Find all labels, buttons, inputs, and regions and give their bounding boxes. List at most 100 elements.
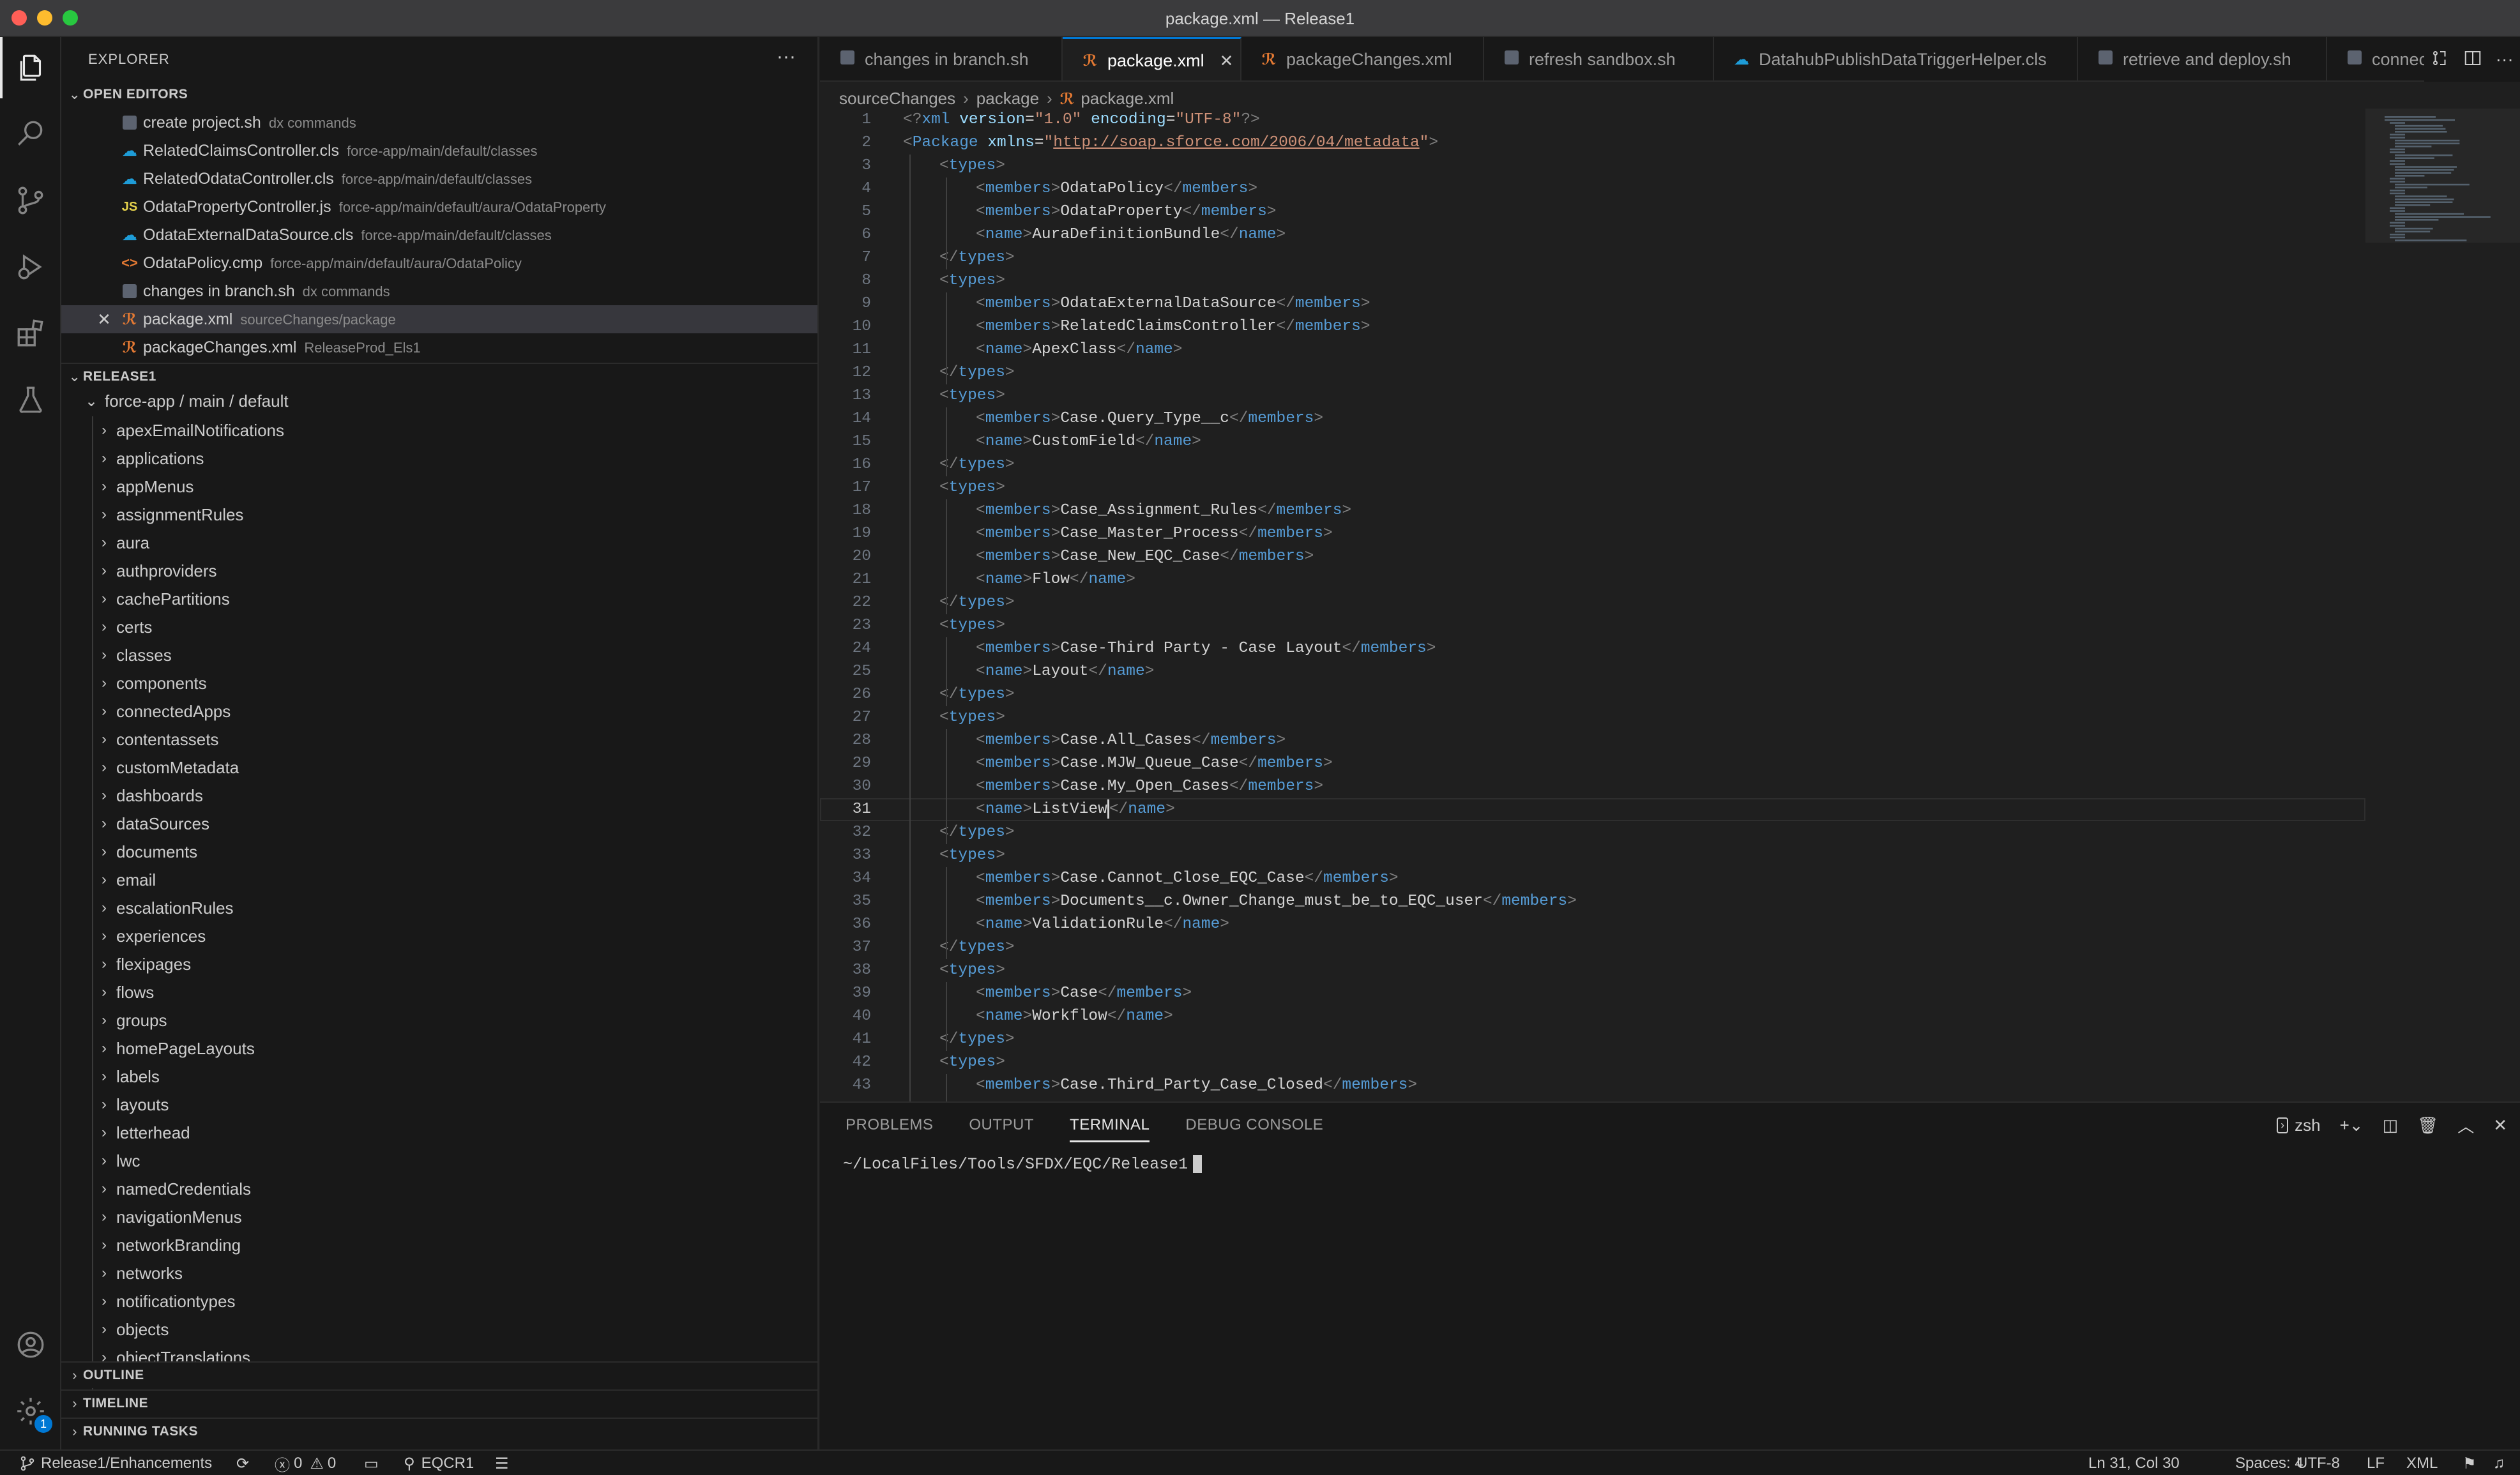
code-line[interactable]: 1 <?xml version="1.0" encoding="UTF-8"?>: [820, 109, 2365, 132]
tree-folder-groups[interactable]: › groups: [61, 1006, 817, 1034]
tree-folder-namedCredentials[interactable]: › namedCredentials: [61, 1175, 817, 1203]
tree-folder-components[interactable]: › components: [61, 669, 817, 697]
kill-terminal-trash-icon[interactable]: 🗑: [2417, 1116, 2438, 1135]
code-line[interactable]: 12 </types>: [820, 361, 2365, 384]
code-line[interactable]: 31 <name>ListView </name>: [820, 798, 2365, 821]
eol-status[interactable]: LF: [2367, 1451, 2385, 1475]
close-tab-icon[interactable]: ✕: [1220, 51, 1234, 71]
code-editor[interactable]: 1 <?xml version="1.0" encoding="UTF-8"?> 2…: [820, 109, 2365, 1101]
open-editor-item[interactable]: <> OdataPolicy.cmp force-app/main/default/…: [61, 249, 817, 277]
tree-root-folder[interactable]: ⌄ force-app / main / default: [61, 387, 817, 415]
tree-folder-customMetadata[interactable]: › customMetadata: [61, 753, 817, 782]
tree-folder-applications[interactable]: › applications: [61, 444, 817, 473]
timeline-header[interactable]: › TIMELINE: [61, 1391, 817, 1416]
code-line[interactable]: 11 <name>ApexClass</name>: [820, 338, 2365, 361]
tree-folder-flexipages[interactable]: › flexipages: [61, 950, 817, 978]
tree-folder-contentassets[interactable]: › contentassets: [61, 725, 817, 753]
maximize-panel-chevron-up-icon[interactable]: ︿: [2457, 1114, 2474, 1137]
open-editor-item[interactable]: ℛpackageChanges.xml ReleaseProd_Els1: [61, 333, 817, 361]
code-line[interactable]: 42 <types>: [820, 1051, 2365, 1074]
split-editor-icon[interactable]: [2463, 49, 2482, 71]
menu-list-icon[interactable]: ☰: [495, 1451, 509, 1475]
tree-folder-flows[interactable]: › flows: [61, 978, 817, 1006]
code-line[interactable]: 17 <types>: [820, 476, 2365, 499]
testing-icon[interactable]: [0, 369, 61, 430]
outline-header[interactable]: › OUTLINE: [61, 1363, 817, 1388]
code-line[interactable]: 29 <members>Case.MJW_Queue_Case</members>: [820, 752, 2365, 775]
panel-tab-problems[interactable]: PROBLEMS: [846, 1103, 933, 1147]
open-editor-item[interactable]: ✕ ℛpackage.xml sourceChanges/package: [61, 305, 817, 333]
code-line[interactable]: 34 <members>Case.Cannot_Close_EQC_Case</m…: [820, 867, 2365, 890]
code-line[interactable]: 38 <types>: [820, 959, 2365, 982]
code-line[interactable]: 37 </types>: [820, 936, 2365, 959]
run-debug-icon[interactable]: [0, 236, 61, 298]
code-line[interactable]: 25 <name>Layout</name>: [820, 660, 2365, 683]
tab-3[interactable]: refresh sandbox.sh: [1484, 37, 1714, 80]
new-terminal-plus-icon[interactable]: +⌄: [2340, 1116, 2364, 1135]
notifications-bell-icon[interactable]: ♫: [2493, 1451, 2505, 1475]
tree-folder-notificationtypes[interactable]: › notificationtypes: [61, 1287, 817, 1315]
tree-folder-aura[interactable]: › aura: [61, 529, 817, 557]
tab-4[interactable]: ☁ DatahubPublishDataTriggerHelper.cls: [1714, 37, 2078, 80]
code-line[interactable]: 24 <members>Case-Third Party - Case Layou…: [820, 637, 2365, 660]
code-line[interactable]: 41 </types>: [820, 1028, 2365, 1051]
more-actions-icon[interactable]: ···: [777, 46, 796, 68]
code-line[interactable]: 30 <members>Case.My_Open_Cases</members>: [820, 775, 2365, 798]
tree-folder-letterhead[interactable]: › letterhead: [61, 1119, 817, 1147]
open-editor-item[interactable]: ☁ OdataExternalDataSource.cls force-app/ma…: [61, 221, 817, 249]
code-line[interactable]: 9 <members>OdataExternalDataSource</membe…: [820, 292, 2365, 315]
breadcrumb-item[interactable]: sourceChanges: [839, 89, 955, 109]
breadcrumb-item[interactable]: package: [976, 89, 1039, 109]
tab-0[interactable]: changes in branch.sh: [820, 37, 1063, 80]
org-status[interactable]: ⚲ EQCR1: [404, 1451, 474, 1475]
code-line[interactable]: 19 <members>Case_Master_Process</members>: [820, 522, 2365, 545]
open-editor-item[interactable]: ☁ RelatedClaimsController.cls force-app/ma…: [61, 137, 817, 165]
panel-tab-output[interactable]: OUTPUT: [969, 1103, 1034, 1147]
code-line[interactable]: 4 <members>OdataPolicy</members>: [820, 178, 2365, 200]
accounts-icon[interactable]: [0, 1314, 61, 1375]
tree-folder-dataSources[interactable]: › dataSources: [61, 810, 817, 838]
open-editor-item[interactable]: create project.sh dx commands: [61, 109, 817, 137]
panel-tab-debug-console[interactable]: DEBUG CONSOLE: [1185, 1103, 1323, 1147]
code-line[interactable]: 36 <name>ValidationRule</name>: [820, 913, 2365, 936]
tree-folder-cachePartitions[interactable]: › cachePartitions: [61, 585, 817, 613]
tree-folder-certs[interactable]: › certs: [61, 613, 817, 641]
open-editors-header[interactable]: ⌄ OPEN EDITORS: [61, 82, 817, 107]
code-line[interactable]: 3 <types>: [820, 155, 2365, 178]
code-line[interactable]: 13 <types>: [820, 384, 2365, 407]
tree-folder-networkBranding[interactable]: › networkBranding: [61, 1231, 817, 1259]
terminal-prompt-line[interactable]: ~/LocalFiles/Tools/SFDX/EQC/Release1: [843, 1155, 1203, 1174]
open-editor-item[interactable]: ☁ RelatedOdataController.cls force-app/mai…: [61, 165, 817, 193]
code-line[interactable]: 28 <members>Case.All_Cases</members>: [820, 729, 2365, 752]
panel-tab-terminal[interactable]: TERMINAL: [1070, 1103, 1150, 1147]
code-line[interactable]: 21 <name>Flow</name>: [820, 568, 2365, 591]
code-line[interactable]: 6 <name>AuraDefinitionBundle</name>: [820, 223, 2365, 246]
code-line[interactable]: 15 <name>CustomField</name>: [820, 430, 2365, 453]
code-line[interactable]: 23 <types>: [820, 614, 2365, 637]
workspace-header[interactable]: ⌄ RELEASE1: [61, 364, 817, 390]
code-line[interactable]: 35 <members>Documents__c.Owner_Change_mus…: [820, 890, 2365, 913]
running-tasks-header[interactable]: › RUNNING TASKS: [61, 1419, 817, 1444]
code-line[interactable]: 39 <members>Case</members>: [820, 982, 2365, 1005]
tab-5[interactable]: retrieve and deploy.sh: [2078, 37, 2327, 80]
close-editor-icon[interactable]: ✕: [95, 310, 114, 329]
split-terminal-icon[interactable]: ◫: [2383, 1116, 2399, 1135]
code-line[interactable]: 33 <types>: [820, 844, 2365, 867]
code-line[interactable]: 40 <name>Workflow</name>: [820, 1005, 2365, 1028]
tree-folder-navigationMenus[interactable]: › navigationMenus: [61, 1203, 817, 1231]
tree-folder-email[interactable]: › email: [61, 866, 817, 894]
tree-folder-networks[interactable]: › networks: [61, 1259, 817, 1287]
indentation-status[interactable]: Spaces: 4: [2235, 1451, 2304, 1475]
tree-folder-homePageLayouts[interactable]: › homePageLayouts: [61, 1034, 817, 1063]
tab-2[interactable]: ℛpackageChanges.xml: [1241, 37, 1484, 80]
code-line[interactable]: 43 <members>Case.Third_Party_Case_Closed<…: [820, 1074, 2365, 1097]
sync-icon[interactable]: ⟳: [236, 1451, 249, 1475]
code-line[interactable]: 14 <members>Case.Query_Type__c</members>: [820, 407, 2365, 430]
tree-folder-documents[interactable]: › documents: [61, 838, 817, 866]
explorer-icon[interactable]: [0, 37, 61, 98]
code-line[interactable]: 18 <members>Case_Assignment_Rules</member…: [820, 499, 2365, 522]
code-line[interactable]: 27 <types>: [820, 706, 2365, 729]
open-editor-item[interactable]: changes in branch.sh dx commands: [61, 277, 817, 305]
tree-folder-assignmentRules[interactable]: › assignmentRules: [61, 501, 817, 529]
code-line[interactable]: 2 <Package xmlns="http://soap.sforce.com/…: [820, 132, 2365, 155]
